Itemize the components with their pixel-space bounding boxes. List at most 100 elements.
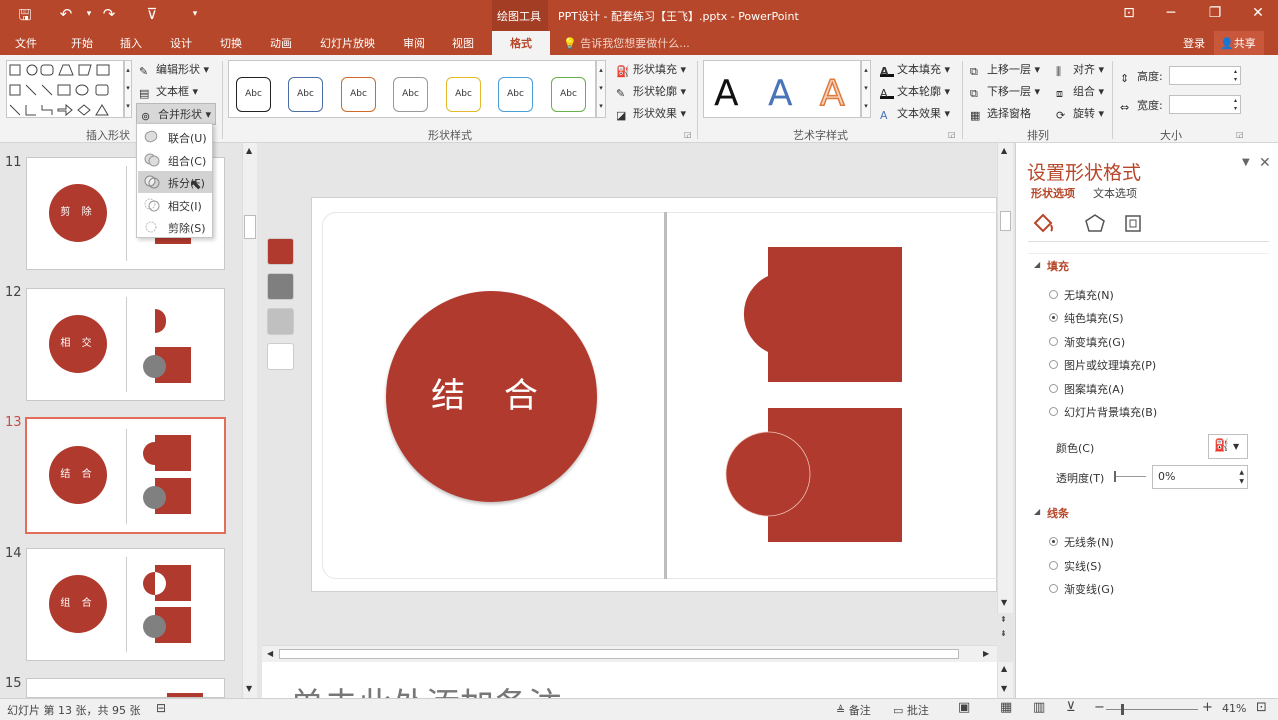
- transparency-slider-thumb[interactable]: [1114, 471, 1116, 482]
- slide-thumbnail-15[interactable]: [26, 678, 225, 698]
- label-gradient-line[interactable]: 渐变线(G): [1064, 581, 1114, 597]
- collapse-fill-icon[interactable]: ◢: [1034, 260, 1040, 269]
- restore-icon[interactable]: ❐: [1202, 5, 1228, 21]
- tab-review[interactable]: 审阅: [403, 35, 425, 51]
- label-solid-line[interactable]: 实线(S): [1064, 558, 1102, 574]
- menu-item-subtract[interactable]: 剪除(S): [138, 216, 212, 238]
- collapse-line-icon[interactable]: ◢: [1034, 507, 1040, 516]
- wordart-style-black[interactable]: A: [714, 73, 739, 114]
- current-slide[interactable]: 结 合: [311, 197, 1012, 592]
- undo-dropdown-icon[interactable]: ▾: [78, 9, 100, 19]
- text-outline-button[interactable]: A 文本轮廓 ▾: [880, 83, 950, 100]
- slide-thumbnail-12[interactable]: 相 交: [26, 288, 225, 401]
- undo-icon[interactable]: ↶: [55, 5, 77, 23]
- shape-styles-scroll[interactable]: ▴ ▾ ▾: [596, 60, 606, 118]
- hscroll-thumb[interactable]: [279, 649, 959, 659]
- tab-file[interactable]: 文件: [15, 35, 37, 51]
- menu-item-intersect[interactable]: 相交(I): [138, 194, 212, 216]
- selection-pane-button[interactable]: ▦ 选择窗格: [970, 105, 1031, 122]
- shape-fill-button[interactable]: ⛽ 形状填充 ▾: [616, 61, 686, 78]
- save-icon[interactable]: 🖫: [14, 5, 36, 30]
- scroll-down-icon[interactable]: ▼: [1001, 598, 1007, 607]
- align-button[interactable]: ⫼ 对齐 ▾: [1056, 61, 1104, 78]
- slide-sorter-icon[interactable]: ▦: [1000, 700, 1012, 715]
- shapes-gallery-scroll[interactable]: ▴ ▾ ▾: [124, 60, 132, 118]
- radio-gradient-fill[interactable]: [1049, 337, 1058, 346]
- merge-shapes-button[interactable]: ⊚ 合并形状 ▾: [136, 103, 217, 125]
- fill-line-icon[interactable]: [1033, 213, 1053, 233]
- transparency-spinner-icon[interactable]: ▲ ▼: [1239, 468, 1244, 486]
- menu-item-combine[interactable]: 组合(C): [138, 149, 212, 171]
- height-spinner-icon[interactable]: ▴ ▾: [1234, 68, 1237, 84]
- text-fill-button[interactable]: A 文本填充 ▾: [880, 61, 950, 78]
- dialog-launcher-icon[interactable]: ◲: [948, 130, 956, 139]
- shape-style-2[interactable]: Abc: [288, 77, 323, 112]
- redo-icon[interactable]: ↷: [98, 5, 120, 23]
- label-picture-fill[interactable]: 图片或纹理填充(P): [1064, 357, 1156, 373]
- previous-slide-icon[interactable]: ⇞ ⇟: [1000, 613, 1007, 641]
- pane-close-icon[interactable]: ✕: [1259, 155, 1271, 171]
- label-no-line[interactable]: 无线条(N): [1064, 534, 1114, 550]
- notes-placeholder[interactable]: 单击此处添加备注: [290, 678, 562, 698]
- slide-thumbnail-14[interactable]: 组 合: [26, 548, 225, 661]
- shape-styles-gallery[interactable]: Abc Abc Abc Abc Abc Abc Abc: [228, 60, 596, 118]
- slideshow-view-icon[interactable]: ⊻: [1066, 700, 1076, 715]
- zoom-slider-thumb[interactable]: [1121, 704, 1124, 715]
- spellcheck-icon[interactable]: ⊟: [156, 701, 166, 715]
- shapes-gallery[interactable]: [6, 60, 124, 118]
- transparency-slider[interactable]: [1114, 476, 1146, 477]
- group-button[interactable]: ⧈ 组合 ▾: [1056, 83, 1104, 100]
- scroll-up-icon[interactable]: ▲: [246, 146, 252, 155]
- shape-style-6[interactable]: Abc: [498, 77, 533, 112]
- shape-outline-button[interactable]: ✎ 形状轮廓 ▾: [616, 83, 686, 100]
- edit-shape-button[interactable]: ✎ 编辑形状 ▾: [139, 61, 209, 78]
- share-button[interactable]: 👤共享: [1214, 31, 1264, 55]
- text-effects-button[interactable]: A 文本效果 ▾: [880, 105, 950, 122]
- normal-view-icon[interactable]: ▣: [958, 700, 970, 715]
- line-section-header[interactable]: 线条: [1047, 505, 1069, 521]
- tab-animations[interactable]: 动画: [270, 35, 292, 51]
- scroll-left-icon[interactable]: ◀: [267, 649, 273, 658]
- notes-pane[interactable]: 单击此处添加备注: [262, 662, 997, 698]
- label-background-fill[interactable]: 幻灯片背景填充(B): [1064, 404, 1157, 420]
- scroll-down-icon[interactable]: ▼: [246, 684, 252, 693]
- fit-to-window-icon[interactable]: ⊡: [1256, 700, 1267, 715]
- zoom-in-icon[interactable]: +: [1202, 700, 1213, 715]
- combined-shape-top[interactable]: [743, 247, 902, 382]
- scroll-up-icon[interactable]: ▲: [1001, 146, 1007, 155]
- label-solid-fill[interactable]: 纯色填充(S): [1064, 310, 1124, 326]
- notes-scrollbar[interactable]: ▲ ▼: [997, 662, 1013, 698]
- send-backward-button[interactable]: ⧉ 下移一层 ▾: [970, 83, 1040, 100]
- radio-solid-fill[interactable]: [1049, 313, 1058, 322]
- scroll-thumb[interactable]: [244, 215, 256, 239]
- zoom-level[interactable]: 41%: [1222, 702, 1246, 715]
- tab-shape-options[interactable]: 形状选项: [1031, 185, 1075, 201]
- shape-style-4[interactable]: Abc: [393, 77, 428, 112]
- merged-shapes[interactable]: [722, 246, 904, 546]
- shape-effects-button[interactable]: ◪ 形状效果 ▾: [616, 105, 686, 122]
- fill-color-picker[interactable]: ⛽ ▼: [1208, 434, 1248, 459]
- tab-home[interactable]: 开始: [71, 35, 93, 51]
- radio-pattern-fill[interactable]: [1049, 384, 1058, 393]
- scroll-right-icon[interactable]: ▶: [983, 649, 989, 658]
- width-input[interactable]: ▴ ▾: [1169, 95, 1241, 114]
- label-pattern-fill[interactable]: 图案填充(A): [1064, 381, 1124, 397]
- tab-format[interactable]: 格式: [492, 31, 550, 55]
- slideshow-from-start-icon[interactable]: ⊽: [141, 5, 163, 23]
- wordart-style-blue[interactable]: A: [768, 73, 793, 114]
- dialog-launcher-icon[interactable]: ◲: [684, 130, 692, 139]
- login-link[interactable]: 登录: [1183, 35, 1205, 51]
- zoom-out-icon[interactable]: −: [1094, 700, 1105, 715]
- radio-no-line[interactable]: [1049, 537, 1058, 546]
- editor-horizontal-scrollbar[interactable]: ◀ ▶: [262, 645, 997, 662]
- bring-forward-button[interactable]: ⧉ 上移一层 ▾: [970, 61, 1040, 78]
- tell-me-box[interactable]: 💡 告诉我您想要做什么...: [563, 35, 690, 51]
- tab-view[interactable]: 视图: [452, 35, 474, 51]
- scroll-thumb[interactable]: [1000, 211, 1011, 231]
- textbox-button[interactable]: ▤ 文本框 ▾: [139, 83, 198, 100]
- fill-section-header[interactable]: 填充: [1047, 258, 1069, 274]
- radio-picture-fill[interactable]: [1049, 360, 1058, 369]
- comments-toggle-button[interactable]: ▭ 批注: [893, 702, 929, 718]
- width-spinner-icon[interactable]: ▴ ▾: [1234, 97, 1237, 113]
- dialog-launcher-icon[interactable]: ◲: [1236, 130, 1244, 139]
